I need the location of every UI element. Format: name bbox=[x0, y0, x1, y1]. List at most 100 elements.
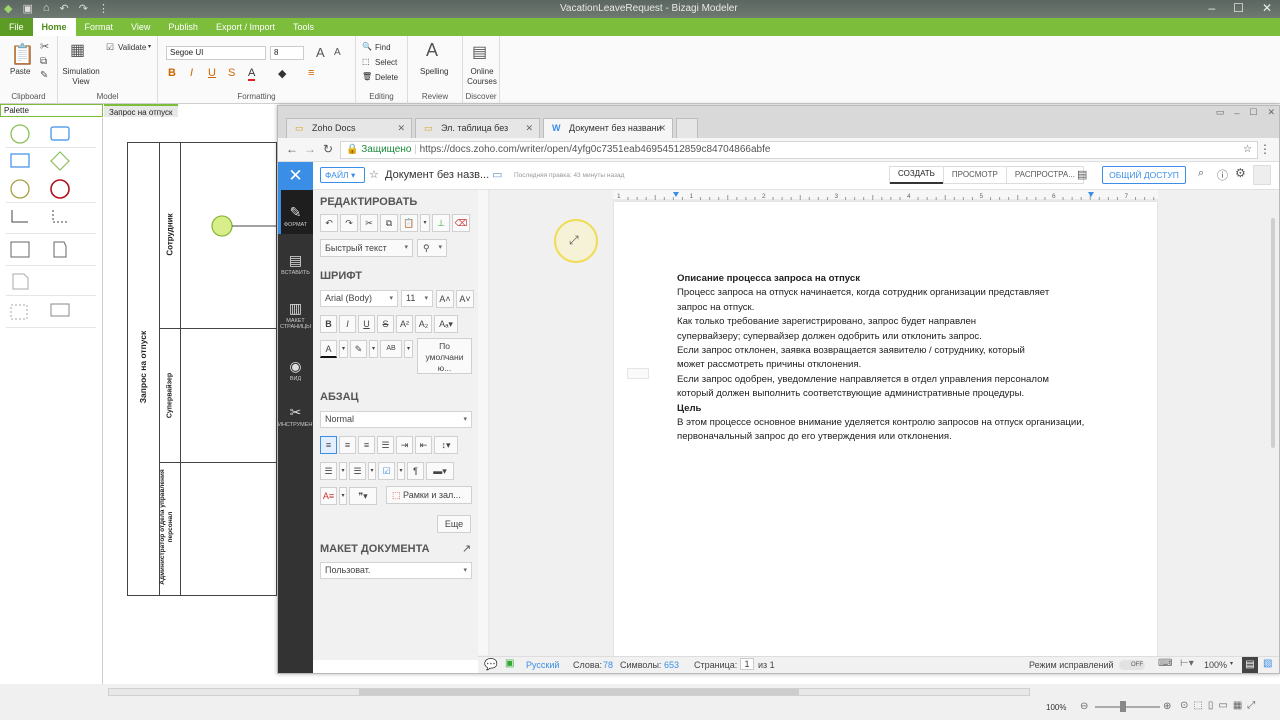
format-painter-icon[interactable]: ⊥ bbox=[432, 214, 450, 232]
layout-select[interactable]: Пользоват. ▾ bbox=[320, 562, 472, 579]
mode-create[interactable]: СОЗДАТЬ bbox=[890, 166, 943, 184]
page-number-input[interactable]: 1 bbox=[740, 658, 754, 670]
track-changes-toggle[interactable]: OFF bbox=[1119, 660, 1145, 670]
fit-page-icon[interactable]: ⊙ bbox=[1180, 700, 1188, 711]
new-tab-button[interactable] bbox=[676, 118, 698, 138]
zoom-slider[interactable] bbox=[1095, 706, 1160, 708]
bullet-list-dropdown-icon[interactable]: ▾ bbox=[339, 462, 347, 480]
rail-insert[interactable]: ▤ ВСТАВИТЬ bbox=[278, 252, 313, 276]
forward-icon[interactable]: → bbox=[304, 142, 316, 156]
text-direction-icon[interactable]: A≡ bbox=[320, 487, 337, 505]
back-icon[interactable]: ← bbox=[286, 142, 298, 156]
online-courses-line1[interactable]: Online bbox=[467, 67, 497, 76]
diagram-tab[interactable]: Запрос на отпуск bbox=[104, 104, 178, 117]
browser-tab-document[interactable]: W Документ без названи ✕ bbox=[543, 118, 673, 138]
default-font-button[interactable]: По умолчани ю... bbox=[417, 338, 472, 374]
font-family-select[interactable]: Arial (Body) ▾ bbox=[320, 290, 398, 307]
comments-icon[interactable]: ▤ bbox=[1077, 168, 1087, 181]
validate-icon[interactable]: ☑ bbox=[106, 42, 114, 53]
tab-tools[interactable]: Tools bbox=[284, 18, 323, 36]
avatar[interactable] bbox=[1253, 165, 1271, 185]
fullscreen-icon[interactable]: ⤢ bbox=[1247, 700, 1255, 711]
delete-button[interactable]: Delete bbox=[375, 73, 398, 82]
indent-increase-icon[interactable]: ⇥ bbox=[396, 436, 413, 454]
zoom-slider-thumb[interactable] bbox=[1120, 701, 1126, 712]
validate-button[interactable]: Validate bbox=[118, 43, 146, 52]
font-size-select[interactable]: 8 bbox=[270, 46, 304, 60]
paragraph-handle[interactable] bbox=[627, 368, 649, 379]
start-event-tool[interactable] bbox=[10, 124, 30, 144]
strikethrough-icon[interactable]: S bbox=[377, 315, 394, 333]
find-button[interactable]: Find bbox=[375, 43, 391, 52]
copy-icon[interactable]: ⧉ bbox=[40, 56, 47, 67]
more-button[interactable]: Еще bbox=[437, 515, 471, 533]
close-icon[interactable]: ✕ bbox=[1262, 1, 1272, 15]
gateway-tool[interactable] bbox=[50, 151, 70, 171]
italic-icon[interactable]: I bbox=[339, 315, 356, 333]
cut-icon[interactable]: ✂ bbox=[360, 214, 378, 232]
horizontal-scrollbar[interactable] bbox=[108, 688, 1030, 696]
document-body[interactable]: Описание процесса запроса на отпуск Проц… bbox=[677, 272, 1147, 445]
highlight-icon[interactable]: ✎ bbox=[350, 340, 367, 358]
rail-format[interactable]: ✎ ФОРМАТ bbox=[278, 204, 313, 228]
validate-dropdown-icon[interactable]: ▾ bbox=[148, 43, 151, 50]
shrink-font-icon[interactable]: A bbox=[334, 47, 341, 58]
browser-tab-spreadsheet[interactable]: ▭ Эл. таблица без назван✕ bbox=[415, 118, 540, 152]
zoom-dropdown-icon[interactable]: ▾ bbox=[1230, 660, 1233, 667]
language-button[interactable]: Русский bbox=[526, 660, 559, 670]
fill-color-icon[interactable]: ◆ bbox=[278, 67, 286, 80]
diagram-canvas[interactable]: Запрос на отпуск Сотрудник Супервайзер А… bbox=[104, 118, 277, 684]
paste-icon[interactable]: 📋 bbox=[400, 214, 418, 232]
chat-icon[interactable]: 💬 bbox=[484, 658, 498, 671]
end-event-tool[interactable] bbox=[50, 179, 70, 199]
page-fit-icon[interactable]: ⊢▾ bbox=[1180, 658, 1194, 669]
font-color-icon[interactable]: A bbox=[248, 67, 256, 81]
superscript-icon[interactable]: A² bbox=[396, 315, 413, 333]
settings-gear-icon[interactable]: ⚙ bbox=[1235, 166, 1246, 180]
rail-view[interactable]: ◉ ВИД bbox=[278, 358, 313, 382]
print-layout-icon[interactable]: ▤ bbox=[1242, 657, 1258, 673]
browser-tab-zoho-docs[interactable]: ▭ Zoho Docs ✕ bbox=[286, 118, 412, 138]
close-icon[interactable]: ✕ bbox=[1267, 107, 1275, 118]
web-layout-icon[interactable]: ▧ bbox=[1263, 658, 1272, 669]
undo-icon[interactable]: ↶ bbox=[60, 2, 69, 15]
checklist-dropdown-icon[interactable]: ▾ bbox=[397, 462, 405, 480]
start-event[interactable] bbox=[210, 214, 277, 238]
paste-icon[interactable]: 📋 bbox=[10, 42, 35, 67]
url-bar[interactable]: 🔒 Защищено | https://docs.zoho.com/write… bbox=[340, 141, 1258, 159]
paragraph-style-select[interactable]: Normal ▾ bbox=[320, 411, 472, 428]
indent-decrease-icon[interactable]: ⇤ bbox=[415, 436, 432, 454]
doc-title[interactable]: Документ без назв... bbox=[385, 169, 489, 181]
close-tab-icon[interactable]: ✕ bbox=[397, 119, 405, 138]
tab-home[interactable]: Home bbox=[32, 18, 76, 36]
online-courses-icon[interactable]: ▤ bbox=[472, 42, 487, 62]
close-tab-icon[interactable]: ✕ bbox=[525, 119, 533, 138]
grow-font-icon[interactable]: A˄ bbox=[436, 290, 454, 308]
text-spacing-icon[interactable]: AB bbox=[380, 340, 402, 358]
tab-view[interactable]: View bbox=[122, 18, 159, 36]
tab-publish[interactable]: Publish bbox=[159, 18, 207, 36]
checklist-icon[interactable]: ☑ bbox=[378, 462, 395, 480]
shrink-font-icon[interactable]: A˅ bbox=[456, 290, 474, 308]
online-courses-line2[interactable]: Courses bbox=[465, 77, 499, 86]
group-tool[interactable] bbox=[10, 304, 28, 320]
keyboard-icon[interactable]: ⌨ bbox=[1158, 658, 1172, 669]
vertical-scrollbar[interactable] bbox=[1271, 218, 1275, 448]
fit-height-icon[interactable]: ▯ bbox=[1208, 700, 1214, 711]
pilcrow-icon[interactable]: ¶ bbox=[407, 462, 424, 480]
grow-font-icon[interactable]: A bbox=[316, 45, 325, 60]
home-icon[interactable]: ⌂ bbox=[43, 2, 50, 15]
highlight-dropdown-icon[interactable]: ▾ bbox=[369, 340, 378, 358]
tab-file[interactable]: File bbox=[0, 18, 33, 36]
spellcheck-icon[interactable]: ▣ bbox=[505, 658, 514, 669]
message-flow-tool[interactable] bbox=[52, 210, 67, 223]
align-left-icon[interactable]: ≡ bbox=[320, 436, 337, 454]
paste-dropdown-icon[interactable]: ▾ bbox=[420, 214, 430, 232]
italic-icon[interactable]: I bbox=[190, 67, 193, 79]
bold-icon[interactable]: B bbox=[320, 315, 337, 333]
pool-tool[interactable] bbox=[10, 241, 30, 258]
numbered-list-dropdown-icon[interactable]: ▾ bbox=[368, 462, 376, 480]
intermediate-event-tool[interactable] bbox=[10, 179, 30, 199]
underline-icon[interactable]: U bbox=[208, 67, 216, 79]
file-menu-button[interactable]: ФАЙЛ ▾ bbox=[320, 167, 365, 183]
